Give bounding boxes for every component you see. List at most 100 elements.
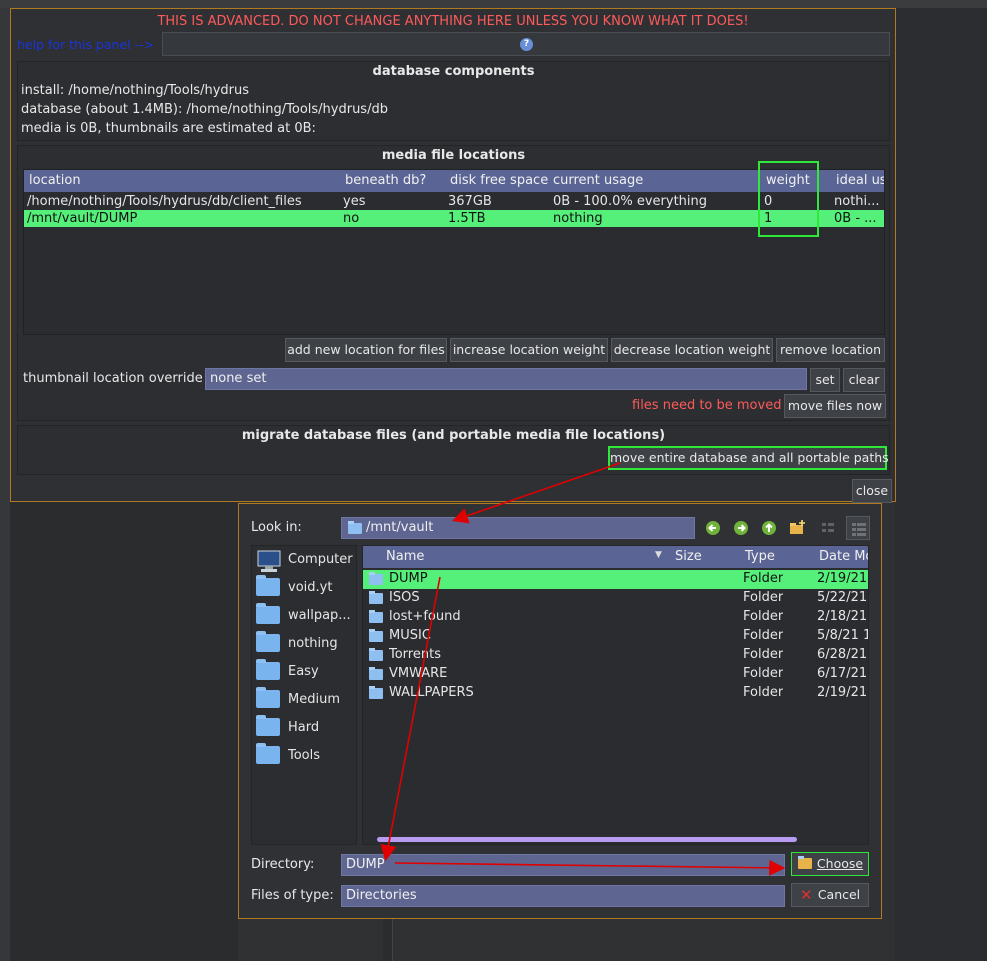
close-button[interactable]: close [852, 479, 892, 503]
folder-icon [256, 715, 280, 736]
sidebar-item-void-yt[interactable]: void.yt [254, 575, 358, 601]
file-type: Folder [743, 590, 784, 605]
parent-directory-icon[interactable] [760, 519, 778, 537]
weight-highlight-annotation [758, 161, 819, 237]
list-view-icon[interactable] [819, 519, 837, 537]
set-button[interactable]: set [810, 368, 840, 392]
sort-down-icon: ▼ [655, 550, 662, 560]
sidebar-label: Hard [288, 720, 320, 735]
choose-directory-dialog: Look in: /mnt/vault Computer void.yt wal… [238, 503, 882, 919]
col-name[interactable]: Name [386, 549, 424, 564]
folder-icon [369, 629, 383, 642]
forward-icon[interactable] [732, 519, 750, 537]
file-date: 2/19/21 [817, 685, 868, 700]
folder-open-icon [798, 856, 812, 869]
sidebar-item-wallpapers[interactable]: wallpap... [254, 603, 358, 629]
sidebar-label: Medium [288, 692, 340, 707]
file-date: 2/19/21 [817, 571, 868, 586]
help-label: help for this panel --> [17, 37, 155, 52]
folder-icon [369, 610, 383, 623]
file-name: MUSIC [389, 628, 431, 643]
free-cell: 1.5TB [448, 211, 486, 226]
move-files-now-button[interactable]: move files now [784, 394, 886, 418]
choose-button[interactable]: Choose [791, 852, 869, 876]
sidebar-item-nothing[interactable]: nothing [254, 631, 358, 657]
cancel-label: Cancel [817, 887, 861, 902]
detail-view-button[interactable] [846, 516, 870, 540]
sidebar-item-medium[interactable]: Medium [254, 687, 358, 713]
list-item[interactable]: Torrents Folder 6/28/21 [363, 646, 868, 665]
background-app-right [895, 8, 987, 961]
col-location[interactable]: location [29, 173, 81, 188]
beneath-cell: yes [343, 194, 366, 209]
sidebar-item-tools[interactable]: Tools [254, 743, 358, 769]
col-size[interactable]: Size [675, 549, 702, 564]
file-type: Folder [743, 647, 784, 662]
close-x-icon: ✕ [800, 886, 813, 904]
list-header: location beneath db? disk free space cur… [24, 170, 884, 192]
look-in-label: Look in: [251, 520, 302, 535]
folder-icon [369, 686, 383, 699]
sidebar-item-computer[interactable]: Computer [254, 547, 358, 573]
scrollbar-handle[interactable] [377, 837, 797, 842]
file-name: DUMP [389, 571, 428, 586]
col-beneath-db[interactable]: beneath db? [345, 173, 426, 188]
list-item[interactable]: lost+found Folder 2/18/21 [363, 608, 868, 627]
decrease-weight-button[interactable]: decrease location weight [611, 338, 773, 362]
folder-icon [256, 659, 280, 680]
sidebar-label: void.yt [288, 580, 333, 595]
list-item-selected[interactable]: DUMP Folder 2/19/21 [363, 570, 868, 589]
list-item[interactable]: MUSIC Folder 5/8/21 1 [363, 627, 868, 646]
remove-location-button[interactable]: remove location [776, 338, 885, 362]
file-name: lost+found [389, 609, 461, 624]
file-list[interactable]: Name ▼ Size Type Date Mo DUMP Folder 2/1… [362, 545, 869, 845]
clear-button[interactable]: clear [843, 368, 885, 392]
background-app-bar [0, 0, 987, 8]
col-disk-free[interactable]: disk free space [450, 173, 548, 188]
horizontal-scrollbar[interactable] [363, 836, 868, 844]
table-row[interactable]: /home/nothing/Tools/hydrus/db/client_fil… [24, 193, 884, 210]
file-name: VMWARE [389, 666, 448, 681]
thumbnail-override-field[interactable]: none set [205, 368, 807, 390]
help-button[interactable]: ? [162, 32, 890, 56]
folder-icon [348, 521, 362, 534]
add-location-button[interactable]: add new location for files [285, 338, 447, 362]
sidebar-item-hard[interactable]: Hard [254, 715, 358, 741]
database-components-panel: database components install: /home/nothi… [17, 61, 890, 141]
folder-icon [256, 631, 280, 652]
look-in-combo[interactable]: /mnt/vault [341, 517, 695, 539]
folder-icon [256, 603, 280, 624]
col-current-usage[interactable]: current usage [553, 173, 643, 188]
increase-weight-button[interactable]: increase location weight [450, 338, 608, 362]
list-item[interactable]: VMWARE Folder 6/17/21 [363, 665, 868, 684]
table-row-selected[interactable]: /mnt/vault/DUMP no 1.5TB nothing 1 0B - … [24, 210, 884, 227]
col-date[interactable]: Date Mo [819, 549, 868, 564]
files-of-type-combo[interactable]: Directories [341, 885, 785, 907]
sidebar-item-easy[interactable]: Easy [254, 659, 358, 685]
file-date: 6/28/21 [817, 647, 868, 662]
files-need-moving-status: files need to be moved [632, 398, 782, 413]
choose-label: Choose [816, 856, 864, 871]
back-icon[interactable] [704, 519, 722, 537]
file-type: Folder [743, 685, 784, 700]
cancel-button[interactable]: ✕ Cancel [791, 883, 869, 907]
list-item[interactable]: WALLPAPERS Folder 2/19/21 [363, 684, 868, 703]
folder-icon [369, 591, 383, 604]
folder-icon [369, 572, 383, 585]
new-folder-icon[interactable] [788, 519, 806, 537]
move-entire-database-button[interactable]: move entire database and all portable pa… [608, 446, 889, 470]
location-cell: /mnt/vault/DUMP [27, 211, 138, 226]
files-of-type-label: Files of type: [251, 888, 334, 903]
media-locations-list[interactable]: location beneath db? disk free space cur… [23, 169, 885, 335]
beneath-cell: no [343, 211, 360, 226]
sidebar-label: Tools [288, 748, 321, 763]
file-type: Folder [743, 571, 784, 586]
list-item[interactable]: ISOS Folder 5/22/21 [363, 589, 868, 608]
advanced-warning: THIS IS ADVANCED. DO NOT CHANGE ANYTHING… [157, 14, 749, 29]
folder-icon [256, 687, 280, 708]
col-type[interactable]: Type [745, 549, 775, 564]
directory-field[interactable]: DUMP [341, 854, 785, 876]
background-app-splitter[interactable] [383, 918, 393, 961]
folder-icon [369, 667, 383, 680]
col-ideal-usage[interactable]: ideal us [836, 173, 884, 188]
